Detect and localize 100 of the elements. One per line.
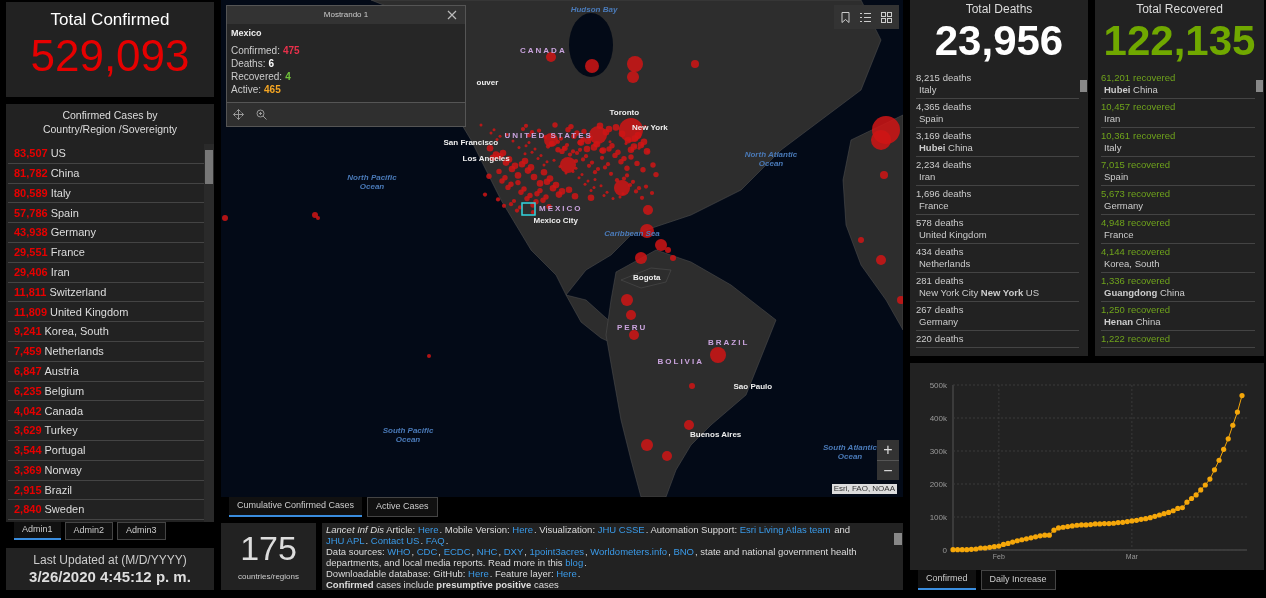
link[interactable]: Worldometers.info xyxy=(590,546,668,557)
country-name[interactable]: France xyxy=(50,244,85,261)
bookmark-icon[interactable] xyxy=(841,11,850,23)
link[interactable]: Here xyxy=(468,568,489,579)
case-count: 3,369 xyxy=(14,462,42,478)
count: 1,250 xyxy=(1101,304,1125,316)
count: 3,169 xyxy=(916,130,940,142)
country-label: CANADA xyxy=(520,45,567,57)
link[interactable]: Here xyxy=(556,568,577,579)
country-name[interactable]: Portugal xyxy=(44,442,86,459)
popup-heading: Mexico xyxy=(230,27,263,40)
country-label: PERU xyxy=(617,322,648,334)
country-name[interactable]: Netherlands xyxy=(44,343,104,360)
ocean-label: North Pacific Ocean xyxy=(346,173,398,191)
tab[interactable]: Daily Increase xyxy=(980,570,1056,590)
country-name[interactable]: Austria xyxy=(44,362,79,380)
unit-label: recovered xyxy=(1127,304,1171,316)
case-count: 11,811 xyxy=(14,284,47,300)
field-value: 6 xyxy=(268,57,275,70)
field-value: 465 xyxy=(264,83,281,96)
case-count: 4,042 xyxy=(14,403,42,419)
y-tick-label: 100k xyxy=(929,513,947,522)
count: 1,336 xyxy=(1101,275,1125,287)
country-name[interactable]: Belgium xyxy=(44,382,85,400)
unit-label: deaths xyxy=(942,159,972,171)
case-count: 11,809 xyxy=(14,304,48,320)
info-text: Lancet Inf Dis Article: Here. Mobile Version: Here. Visualization: JHU CSSE. Automation Support: Esri Living Atlas team and JHU APL. Contact US. FAQ. xyxy=(326,524,851,546)
grid-icon[interactable] xyxy=(881,11,892,23)
unit-label: recovered xyxy=(1127,159,1171,171)
link[interactable]: NHC xyxy=(476,546,498,557)
link[interactable]: Here xyxy=(512,524,533,535)
move-icon[interactable] xyxy=(233,109,244,120)
link[interactable]: CDC xyxy=(416,546,438,557)
country-name[interactable]: Germany xyxy=(50,224,96,241)
country-name[interactable]: Norway xyxy=(44,461,82,479)
zoom-out-button[interactable]: − xyxy=(877,460,899,480)
scrollbar[interactable] xyxy=(204,144,214,522)
link[interactable]: Here xyxy=(417,524,439,535)
link[interactable]: WHO xyxy=(387,546,411,557)
country-name[interactable]: United Kingdom xyxy=(50,303,129,320)
place-name: Germany xyxy=(1103,200,1145,212)
zoom-in-button[interactable]: + xyxy=(877,440,899,460)
link[interactable]: JHU CSSE xyxy=(597,524,645,535)
link[interactable]: BNO xyxy=(673,546,694,557)
field-value: 475 xyxy=(282,44,300,57)
total-confirmed-value: 529,093 xyxy=(30,30,190,82)
case-count: 2,840 xyxy=(14,502,42,518)
country-name[interactable]: Switzerland xyxy=(49,283,107,301)
country-name[interactable]: US xyxy=(50,145,66,162)
country-name[interactable]: Iran xyxy=(50,263,70,281)
link[interactable]: JHU APL xyxy=(326,535,365,546)
field-label: Active: xyxy=(231,83,261,96)
place-name: Hubei China xyxy=(1103,84,1159,96)
count: 5,673 xyxy=(1101,188,1125,200)
ocean-label: South Pacific Ocean xyxy=(381,426,435,444)
country-name[interactable]: Italy xyxy=(50,184,71,202)
tab[interactable]: Admin3 xyxy=(117,522,166,540)
tab[interactable]: Active Cases xyxy=(367,497,438,517)
count: 578 xyxy=(916,217,932,229)
y-tick-label: 300k xyxy=(929,447,947,456)
country-name[interactable]: Brazil xyxy=(44,481,73,499)
link[interactable]: FAQ xyxy=(425,535,445,546)
unit-label: recovered xyxy=(1127,275,1171,287)
total-recovered-value: 122,135 xyxy=(1102,16,1257,66)
unit-label: deaths xyxy=(934,217,964,229)
country-name[interactable]: Spain xyxy=(50,204,79,222)
zoom-in-icon[interactable] xyxy=(256,109,267,120)
country-name[interactable]: Korea, South xyxy=(44,323,109,340)
selection-highlight xyxy=(521,202,536,216)
close-icon[interactable] xyxy=(447,10,457,20)
link[interactable]: Contact US xyxy=(370,535,420,546)
count: 7,015 xyxy=(1101,159,1125,171)
city-label: Los Angeles xyxy=(462,153,510,165)
place-name: Spain xyxy=(918,113,945,125)
link[interactable]: ECDC xyxy=(443,546,471,557)
ocean-label: North Atlantic Ocean xyxy=(743,150,799,168)
case-count: 6,847 xyxy=(14,363,42,379)
link[interactable]: 1point3acres xyxy=(529,546,584,557)
link[interactable]: DXY xyxy=(503,546,524,557)
unit-label: deaths xyxy=(942,101,972,113)
country-name[interactable]: Sweden xyxy=(44,501,85,518)
list-icon[interactable] xyxy=(860,11,871,23)
data-point xyxy=(1234,409,1240,415)
link[interactable]: Esri Living Atlas team xyxy=(739,524,831,535)
country-count-value: 175 xyxy=(240,529,297,567)
tab[interactable]: Confirmed xyxy=(918,570,976,590)
country-name[interactable]: Turkey xyxy=(44,422,78,439)
last-updated-value: 3/26/2020 4:45:12 p. m. xyxy=(29,567,191,586)
count: 4,948 xyxy=(1101,217,1125,229)
tab[interactable]: Admin2 xyxy=(64,522,114,540)
case-count: 81,782 xyxy=(14,165,48,181)
link[interactable]: blog xyxy=(565,557,584,568)
country-name[interactable]: Canada xyxy=(44,402,84,419)
country-name[interactable]: China xyxy=(50,164,80,182)
last-updated-label: Last Updated at (M/D/YYYY) xyxy=(33,552,187,568)
tab[interactable]: Admin1 xyxy=(14,522,61,540)
tab[interactable]: Cumulative Confirmed Cases xyxy=(229,497,363,517)
place-name: Italy xyxy=(1103,142,1123,154)
place-name: France xyxy=(1103,229,1135,241)
city-label: San Francisco xyxy=(443,137,499,149)
